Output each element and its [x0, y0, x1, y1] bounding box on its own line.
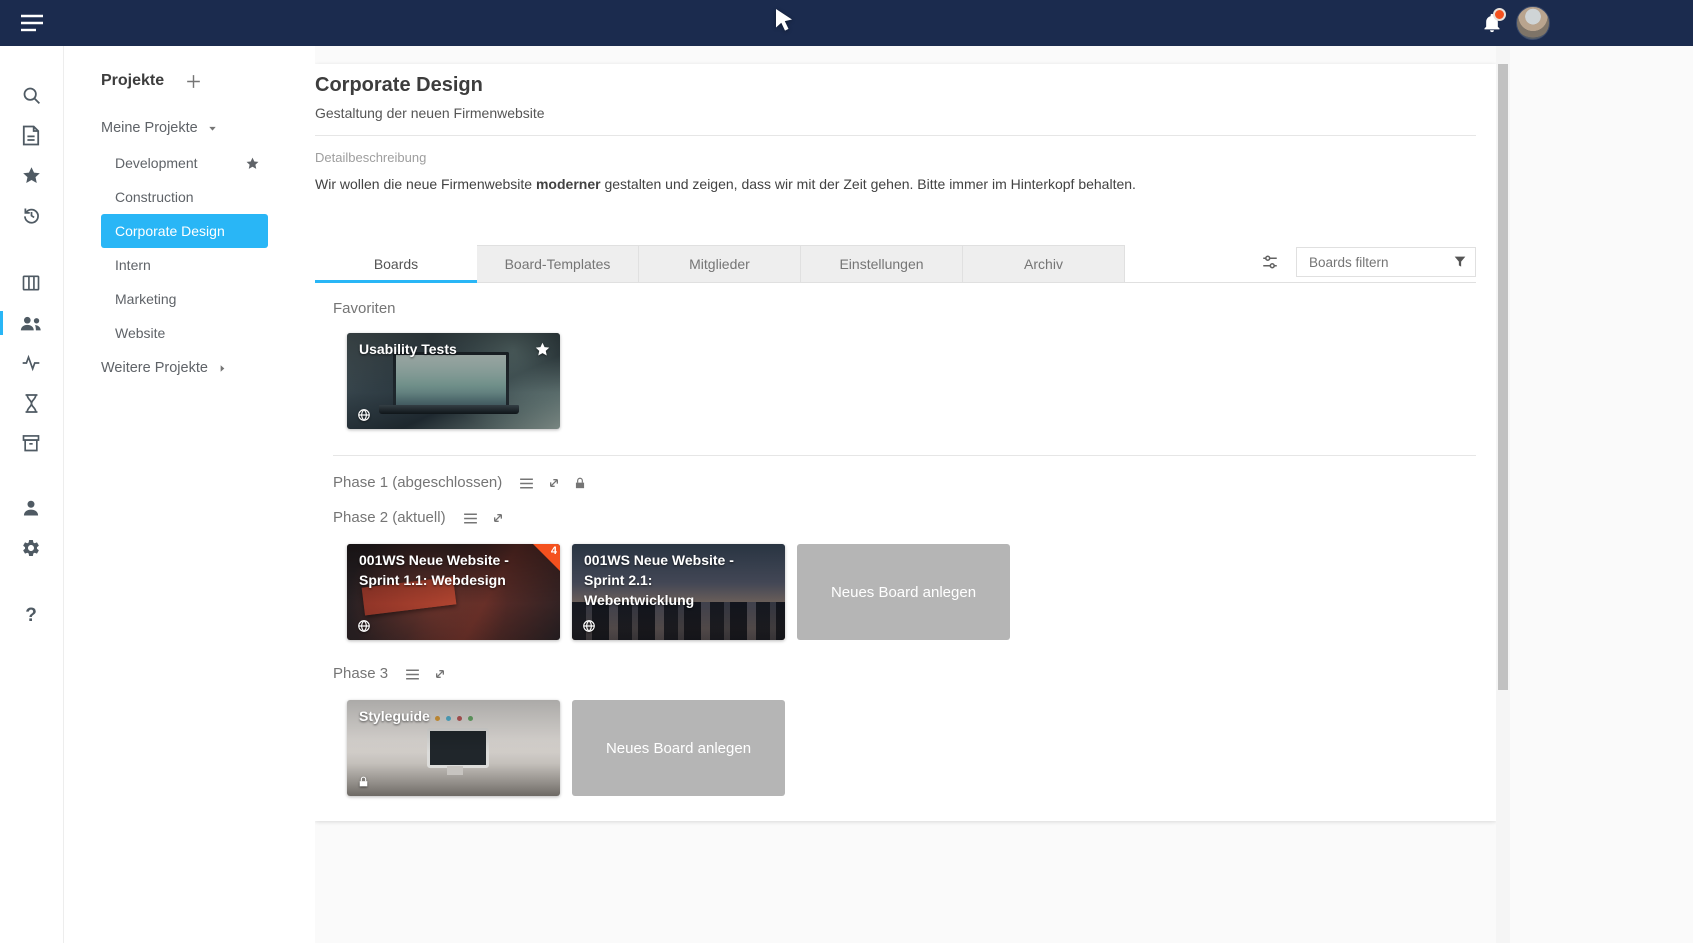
page-subtitle: Gestaltung der neuen Firmenwebsite [315, 103, 1476, 123]
history-icon[interactable] [0, 195, 62, 235]
group-label: Weitere Projekte [101, 360, 208, 376]
page-title: Corporate Design [315, 72, 1476, 98]
filter-funnel-icon[interactable] [1452, 254, 1468, 270]
section-favoriten: Favoriten [333, 299, 1476, 319]
section-expand-icon[interactable] [546, 475, 562, 491]
tabs-bar: Boards Board-Templates Mitglieder Einste… [315, 245, 1476, 283]
tab-board-templates[interactable]: Board-Templates [477, 245, 639, 282]
scrollbar-thumb[interactable] [1498, 64, 1508, 690]
tab-boards[interactable]: Boards [315, 245, 477, 282]
project-detail-card: Corporate Design Gestaltung der neuen Fi… [315, 64, 1496, 821]
archive-icon[interactable] [0, 423, 62, 463]
filter-controls [1260, 247, 1476, 277]
user-avatar[interactable] [1516, 6, 1550, 40]
app-logo-icon [770, 7, 796, 38]
lock-icon [357, 775, 370, 789]
project-group-meine-projekte[interactable]: Meine Projekte [63, 114, 315, 142]
divider [315, 135, 1476, 136]
detail-description-label: Detailbeschreibung [315, 150, 1476, 166]
board-title: Styleguide [359, 706, 526, 726]
new-board-button[interactable]: Neues Board anlegen [797, 544, 1010, 640]
view-options-icon[interactable] [1260, 253, 1280, 271]
project-item-construction[interactable]: Construction [101, 180, 268, 214]
globe-icon [357, 619, 371, 633]
tab-einstellungen[interactable]: Einstellungen [801, 245, 963, 282]
favorites-star-icon[interactable] [0, 155, 62, 195]
projects-title: Projekte [101, 72, 164, 90]
chevron-down-icon [207, 123, 218, 134]
icon-rail: ? [0, 46, 64, 943]
topbar-actions [1482, 0, 1550, 46]
group-label: Meine Projekte [101, 120, 198, 136]
board-title: 001WS Neue Website - Sprint 1.1: Webdesi… [359, 550, 526, 590]
section-phase-1: Phase 1 (abgeschlossen) [333, 473, 1476, 493]
project-item-corporate-design[interactable]: Corporate Design [101, 214, 268, 248]
favoriten-board-row: Usability Tests [347, 333, 1476, 429]
tab-archiv[interactable]: Archiv [963, 245, 1125, 282]
vertical-scrollbar [1496, 46, 1510, 943]
divider [333, 455, 1476, 456]
activity-icon[interactable] [0, 343, 62, 383]
board-usability-tests[interactable]: Usability Tests [347, 333, 560, 429]
section-collapse-icon[interactable] [490, 510, 506, 526]
board-styleguide[interactable]: Styleguide [347, 700, 560, 796]
detail-description-text: Wir wollen die neue Firmenwebsite modern… [315, 174, 1476, 194]
section-phase-3: Phase 3 [333, 664, 1476, 684]
add-project-icon[interactable] [184, 72, 203, 91]
chevron-right-icon [217, 363, 228, 374]
settings-gear-icon[interactable] [0, 528, 62, 568]
projects-header: Projekte [101, 68, 315, 94]
section-notes-icon[interactable] [462, 510, 479, 527]
profile-icon[interactable] [0, 488, 62, 528]
section-lock-icon [573, 476, 587, 491]
section-phase-2: Phase 2 (aktuell) [333, 508, 1476, 528]
project-item-development[interactable]: Development [101, 146, 268, 180]
project-favorite-star-icon[interactable] [245, 156, 260, 171]
notification-corner-badge: 4 [533, 544, 560, 571]
board-sprint-1-1-webdesign[interactable]: 001WS Neue Website - Sprint 1.1: Webdesi… [347, 544, 560, 640]
team-icon[interactable] [0, 303, 62, 343]
new-board-button[interactable]: Neues Board anlegen [572, 700, 785, 796]
board-title: Usability Tests [359, 339, 526, 359]
phase-2-board-row: 001WS Neue Website - Sprint 1.1: Webdesi… [347, 544, 1476, 640]
time-tracking-icon[interactable] [0, 383, 62, 423]
notifications-bell-icon[interactable] [1482, 12, 1502, 34]
boards-filter-field [1296, 247, 1476, 277]
section-notes-icon[interactable] [518, 475, 535, 492]
phase-3-board-row: Styleguide Neues Board anlegen [347, 700, 1476, 796]
project-item-intern[interactable]: Intern [101, 248, 268, 282]
boards-icon[interactable] [0, 263, 62, 303]
globe-icon [357, 408, 371, 422]
document-icon[interactable] [0, 115, 62, 155]
help-icon[interactable]: ? [0, 596, 62, 636]
board-title: 001WS Neue Website - Sprint 2.1: Webentw… [584, 550, 751, 610]
topbar [0, 0, 1693, 46]
section-notes-icon[interactable] [404, 666, 421, 683]
globe-icon [582, 619, 596, 633]
boards-filter-input[interactable] [1307, 254, 1452, 271]
search-icon[interactable] [0, 75, 62, 115]
notification-badge [1493, 8, 1506, 21]
menu-icon[interactable] [21, 14, 43, 32]
project-item-website[interactable]: Website [101, 316, 268, 350]
project-group-weitere-projekte[interactable]: Weitere Projekte [63, 354, 315, 382]
tab-mitglieder[interactable]: Mitglieder [639, 245, 801, 282]
board-sprint-2-1-webentwicklung[interactable]: 001WS Neue Website - Sprint 2.1: Webentw… [572, 544, 785, 640]
section-collapse-icon[interactable] [432, 666, 448, 682]
projects-sidebar: Projekte Meine Projekte Development Cons… [63, 46, 315, 943]
board-favorite-star-icon[interactable] [534, 341, 551, 358]
project-item-marketing[interactable]: Marketing [101, 282, 268, 316]
project-list: Development Construction Corporate Desig… [63, 146, 315, 350]
